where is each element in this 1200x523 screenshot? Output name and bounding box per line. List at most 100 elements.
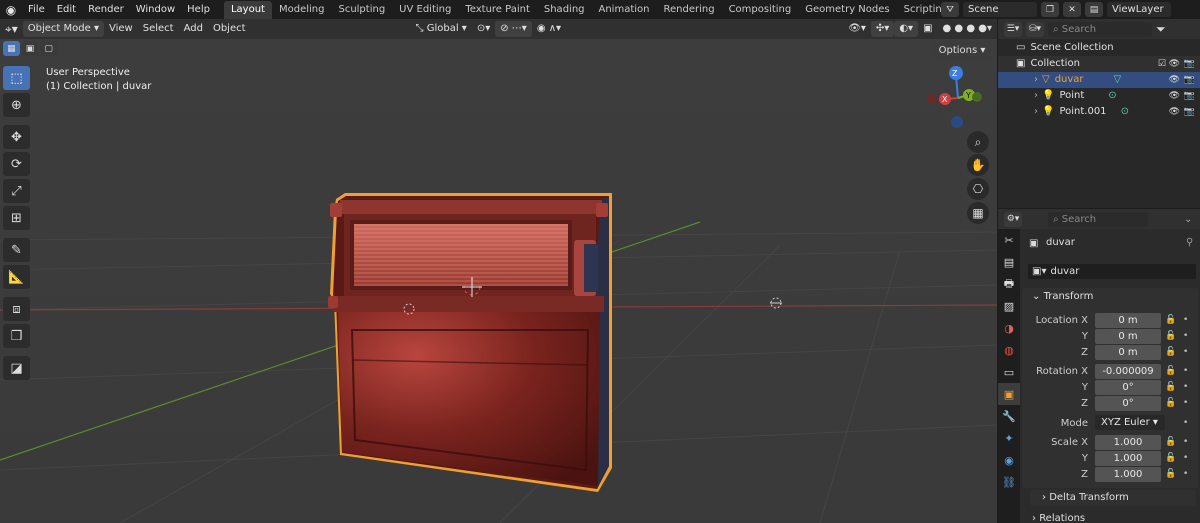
- transform-tool-icon[interactable]: ⊞: [3, 206, 30, 230]
- lock-icon[interactable]: 🔓: [1165, 453, 1176, 463]
- pan-hand-icon[interactable]: ✋: [967, 154, 989, 176]
- object-mode-dropdown[interactable]: Object Mode ▾: [22, 21, 104, 37]
- scale-y-field[interactable]: 1.000: [1095, 451, 1161, 466]
- keyframe-dot-icon[interactable]: •: [1183, 331, 1188, 341]
- lock-icon[interactable]: 🔓: [1165, 331, 1176, 341]
- collection-checkbox-icon[interactable]: ☑: [1158, 56, 1166, 72]
- camera-view-icon[interactable]: ⎔: [967, 178, 989, 200]
- blender-logo-icon[interactable]: ◉: [0, 0, 22, 19]
- select-box-mode-icon[interactable]: ▦: [3, 41, 20, 56]
- keyframe-dot-icon[interactable]: •: [1183, 398, 1188, 408]
- keyframe-dot-icon[interactable]: •: [1183, 347, 1188, 357]
- collection-visibility-icon[interactable]: 👁: [1169, 56, 1180, 72]
- outliner-item-point[interactable]: › 💡 Point ⊙ 👁 📷: [998, 88, 1200, 104]
- menu-view[interactable]: View: [104, 21, 138, 37]
- constraints-tab-icon[interactable]: ⛓: [998, 471, 1020, 493]
- tab-animation[interactable]: Animation: [592, 1, 657, 19]
- menu-select[interactable]: Select: [138, 21, 179, 37]
- render-icon-duvar[interactable]: 📷: [1184, 72, 1195, 88]
- tab-rendering[interactable]: Rendering: [656, 1, 721, 19]
- copy-scene-icon[interactable]: ❐: [1041, 2, 1059, 17]
- properties-editor-icon[interactable]: ⚙▾: [1004, 211, 1022, 227]
- menu-file[interactable]: File: [22, 0, 51, 19]
- tab-texture-paint[interactable]: Texture Paint: [458, 1, 537, 19]
- menu-help[interactable]: Help: [181, 0, 216, 19]
- expand-chevron-icon[interactable]: ›: [1034, 72, 1038, 88]
- delta-transform-header[interactable]: › Delta Transform: [1042, 492, 1129, 503]
- keyframe-dot-icon[interactable]: •: [1183, 366, 1188, 376]
- menu-window[interactable]: Window: [130, 0, 181, 19]
- select-extend-icon[interactable]: ▣: [21, 41, 39, 56]
- visibility-icon-point[interactable]: 👁: [1169, 88, 1180, 104]
- sidebar-toggle-icon[interactable]: ◪: [3, 356, 30, 380]
- keyframe-dot-icon[interactable]: •: [1183, 418, 1188, 428]
- rotation-y-field[interactable]: 0°: [1095, 380, 1161, 395]
- lock-icon[interactable]: 🔓: [1165, 366, 1176, 376]
- visibility-icon-duvar[interactable]: 👁: [1169, 72, 1180, 88]
- pivot-icon[interactable]: ⊙▾: [472, 21, 495, 37]
- scene-tab-icon[interactable]: ◑: [998, 317, 1020, 339]
- scale-tool-icon[interactable]: ⤢: [3, 179, 30, 203]
- lock-icon[interactable]: 🔓: [1165, 398, 1176, 408]
- menu-edit[interactable]: Edit: [51, 0, 82, 19]
- snap-icon[interactable]: ⊘ ⋯▾: [495, 21, 532, 37]
- outliner-editor-icon[interactable]: ☰▾: [1004, 21, 1022, 37]
- keyframe-dot-icon[interactable]: •: [1183, 382, 1188, 392]
- view-layer-field[interactable]: ViewLayer: [1107, 2, 1171, 17]
- rotation-mode-dropdown[interactable]: XYZ Euler ▾: [1095, 415, 1165, 430]
- select-box-tool-icon[interactable]: ⬚: [3, 66, 30, 90]
- world-tab-icon[interactable]: ◍: [998, 339, 1020, 361]
- lock-icon[interactable]: 🔓: [1165, 315, 1176, 325]
- render-tab-icon[interactable]: ▤: [998, 251, 1020, 273]
- annotate-tool-icon[interactable]: ✎: [3, 238, 30, 262]
- add-cube-tool-icon[interactable]: ⧈: [3, 297, 30, 321]
- view-layer-icon[interactable]: ▤: [1085, 2, 1103, 17]
- object-duvar[interactable]: [328, 196, 609, 489]
- rotation-x-field[interactable]: -0.000009: [1095, 364, 1161, 379]
- lock-icon[interactable]: 🔓: [1165, 382, 1176, 392]
- add-object-tool-icon[interactable]: ❒: [3, 324, 30, 348]
- cursor-tool-icon[interactable]: ⊕: [3, 93, 30, 117]
- editor-type-icon[interactable]: ⌖▾: [0, 21, 23, 37]
- tab-sculpting[interactable]: Sculpting: [331, 1, 392, 19]
- render-icon-point-001[interactable]: 📷: [1184, 104, 1195, 120]
- outliner-item-point-001[interactable]: › 💡 Point.001 ⊙ 👁 📷: [998, 104, 1200, 120]
- visibility-icon-point-001[interactable]: 👁: [1169, 104, 1180, 120]
- options-dropdown[interactable]: Options ▾: [933, 42, 991, 59]
- scene-name-field[interactable]: Scene: [963, 2, 1037, 17]
- properties-search-input[interactable]: ⌕ Search: [1048, 211, 1148, 227]
- physics-tab-icon[interactable]: ◉: [998, 449, 1020, 471]
- rotation-z-field[interactable]: 0°: [1095, 396, 1161, 411]
- rotate-tool-icon[interactable]: ⟳: [3, 152, 30, 176]
- lock-icon[interactable]: 🔓: [1165, 469, 1176, 479]
- visibility-icon[interactable]: 👁▾: [843, 21, 871, 37]
- tab-layout[interactable]: Layout: [223, 0, 272, 19]
- menu-object[interactable]: Object: [208, 21, 251, 37]
- transform-orientation-dropdown[interactable]: ⤡ Global ▾: [411, 21, 472, 37]
- lock-icon[interactable]: 🔓: [1165, 347, 1176, 357]
- tab-shading[interactable]: Shading: [537, 1, 592, 19]
- shading-modes-icon[interactable]: ● ● ● ●▾: [938, 21, 997, 37]
- keyframe-dot-icon[interactable]: •: [1183, 437, 1188, 447]
- move-tool-icon[interactable]: ✥: [3, 125, 30, 149]
- tool-tab-icon[interactable]: ✂: [998, 229, 1020, 251]
- keyframe-dot-icon[interactable]: •: [1183, 469, 1188, 479]
- tab-modeling[interactable]: Modeling: [272, 1, 332, 19]
- zoom-icon[interactable]: ⌕: [967, 131, 989, 153]
- 3d-viewport[interactable]: Z Y X: [0, 39, 997, 523]
- outliner-item-duvar[interactable]: › ▽ duvar ▽ 👁 📷: [998, 72, 1200, 88]
- location-x-field[interactable]: 0 m: [1095, 313, 1161, 328]
- filter-icon[interactable]: ⏷: [1156, 22, 1166, 37]
- proportional-edit-icon[interactable]: ◉ ∧▾: [532, 21, 566, 37]
- render-icon-point[interactable]: 📷: [1184, 88, 1195, 104]
- location-y-field[interactable]: 0 m: [1095, 329, 1161, 344]
- pin-icon[interactable]: ⚲: [1186, 237, 1193, 248]
- expand-chevron-icon[interactable]: ›: [1034, 88, 1038, 104]
- relations-header[interactable]: › Relations: [1032, 513, 1085, 523]
- object-tab-icon[interactable]: ▣: [998, 383, 1020, 405]
- location-z-field[interactable]: 0 m: [1095, 345, 1161, 360]
- measure-tool-icon[interactable]: 📐: [3, 265, 30, 289]
- keyframe-dot-icon[interactable]: •: [1183, 315, 1188, 325]
- particles-tab-icon[interactable]: ✦: [998, 427, 1020, 449]
- transform-panel-header[interactable]: ⌄ Transform: [1032, 291, 1093, 302]
